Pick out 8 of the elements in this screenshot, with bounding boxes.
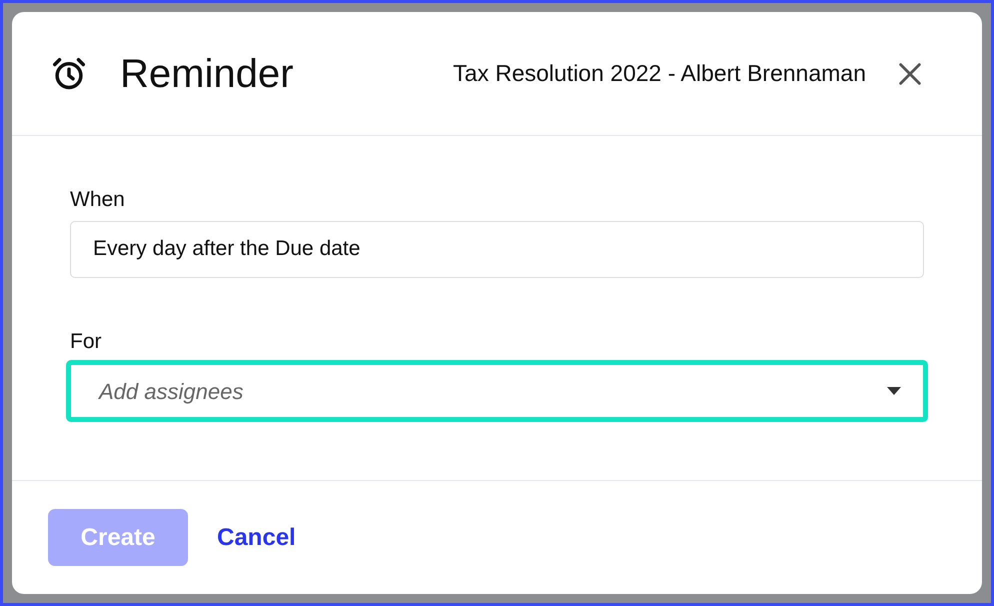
field-label: For: [70, 328, 102, 354]
assignee-dropdown[interactable]: Add assignees: [66, 360, 928, 422]
dialog-subtitle: Tax Resolution 2022 - Albert Brennaman: [453, 59, 866, 88]
dialog-title: Reminder: [120, 50, 294, 98]
cancel-link[interactable]: Cancel: [217, 520, 296, 556]
caret-icon: [887, 387, 901, 395]
input-field[interactable]: Every day after the Due date: [70, 220, 924, 278]
field-label: When: [70, 187, 126, 213]
